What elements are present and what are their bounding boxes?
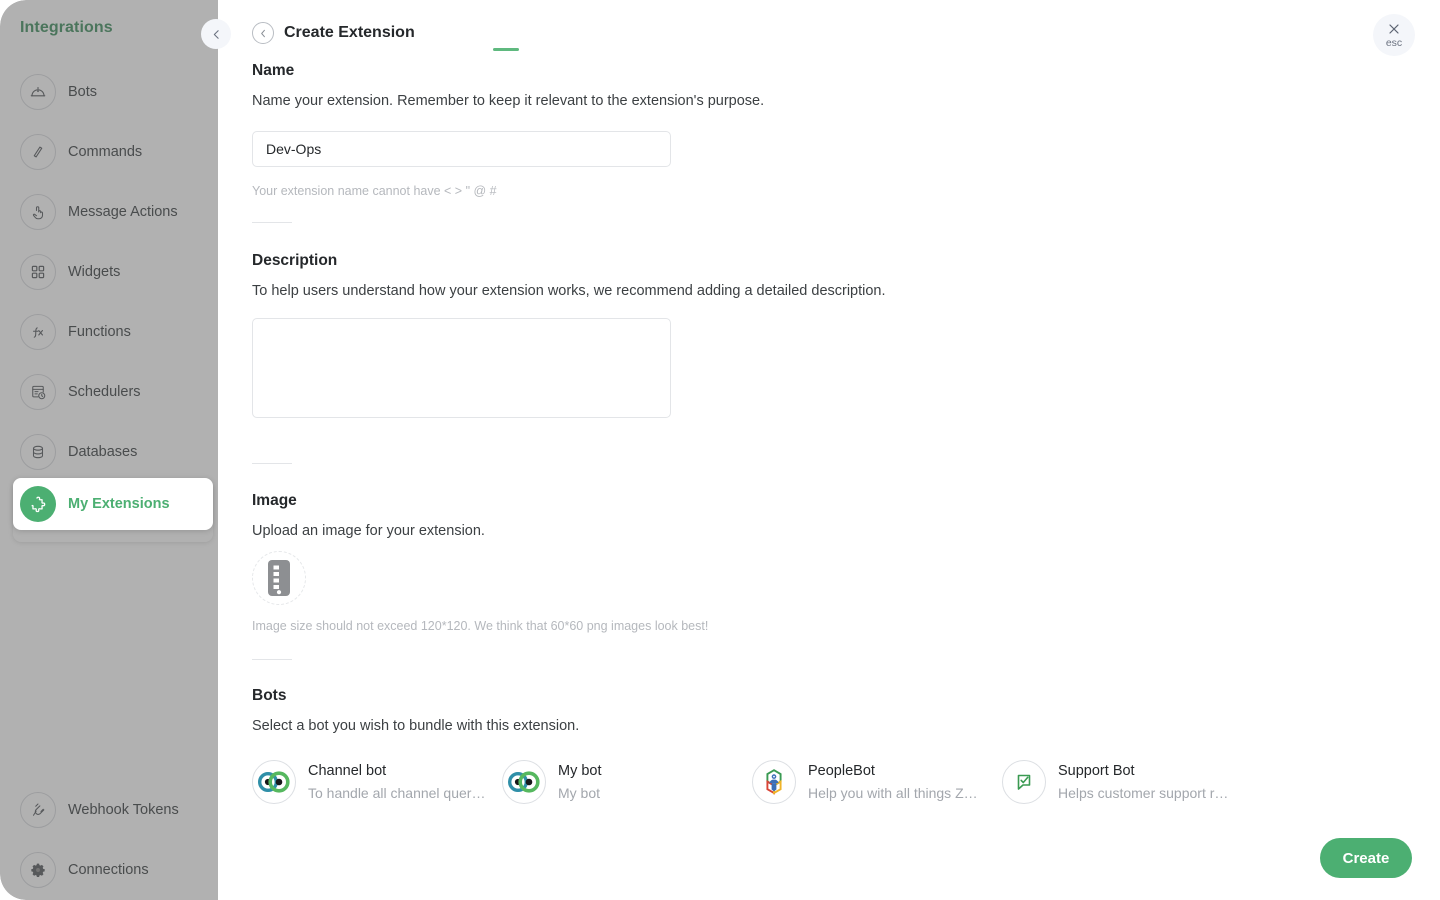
sidebar-item-label: Databases: [68, 444, 138, 460]
create-button[interactable]: Create: [1320, 838, 1412, 878]
page-title: Create Extension: [284, 24, 415, 41]
sidebar-item-databases[interactable]: Databases: [0, 422, 218, 482]
name-section-description: Name your extension. Remember to keep it…: [252, 93, 765, 109]
sidebar-item-message-actions[interactable]: Message Actions: [0, 182, 218, 242]
bot-description: Helps customer support r…: [1058, 785, 1229, 801]
sidebar-collapse-button[interactable]: [201, 19, 231, 49]
bots-section: Bots Select a bot you wish to bundle wit…: [252, 687, 1402, 804]
image-section-description: Upload an image for your extension.: [252, 523, 485, 539]
section-divider: [252, 222, 292, 223]
chevron-left-icon: [260, 29, 265, 37]
function-icon: [20, 314, 56, 350]
image-section-title: Image: [252, 492, 297, 509]
bot-description: Help you with all things Z…: [808, 785, 978, 801]
sidebar-item-my-extensions-active[interactable]: My Extensions: [13, 478, 213, 530]
sidebar-item-label: Functions: [68, 324, 131, 340]
sidebar-bottom-nav: Webhook Tokens Connections: [0, 780, 218, 900]
bot-icon: [20, 74, 56, 110]
image-upload-button[interactable]: [252, 551, 306, 605]
image-section: Image Upload an image for your extension…: [252, 492, 1402, 633]
gear-icon: [20, 852, 56, 888]
chevron-left-icon: [213, 29, 219, 39]
bot-description: My bot: [558, 785, 601, 801]
sidebar-item-label: Message Actions: [68, 204, 178, 220]
sidebar-title: Integrations: [20, 19, 113, 36]
eyes-bot-icon: [252, 760, 296, 804]
back-button[interactable]: [252, 22, 274, 44]
sidebar-item-label: Webhook Tokens: [68, 802, 179, 818]
sidebar-item-label: My Extensions: [68, 496, 170, 512]
description-section: Description To help users understand how…: [252, 252, 1402, 423]
bot-description: To handle all channel quer…: [308, 785, 486, 801]
extension-name-input[interactable]: [252, 131, 671, 167]
title-accent-underline: [493, 48, 519, 51]
bots-list: Channel bot To handle all channel quer…: [252, 760, 1402, 804]
sidebar-nav-list: Bots Commands Message Actions Widgets Fu…: [0, 62, 218, 542]
image-placeholder-icon: [268, 560, 290, 596]
scheduler-clock-icon: [20, 374, 56, 410]
bots-section-title: Bots: [252, 687, 287, 704]
sidebar-item-label: Bots: [68, 84, 98, 100]
plug-icon: [20, 792, 56, 828]
people-hex-icon: [752, 760, 796, 804]
bot-name: Support Bot: [1058, 763, 1135, 779]
bots-section-description: Select a bot you wish to bundle with thi…: [252, 718, 580, 734]
description-section-description: To help users understand how your extens…: [252, 283, 886, 299]
name-section-title: Name: [252, 62, 295, 79]
name-section: Name Name your extension. Remember to ke…: [252, 62, 1402, 198]
form-content: Name Name your extension. Remember to ke…: [252, 62, 1402, 804]
eyes-bot-icon: [502, 760, 546, 804]
create-extension-modal: Integrations Bots Commands Message Actio…: [0, 0, 1440, 900]
sidebar-item-bots[interactable]: Bots: [0, 62, 218, 122]
slash-icon: [20, 134, 56, 170]
sidebar-item-schedulers[interactable]: Schedulers: [0, 362, 218, 422]
sidebar-item-widgets[interactable]: Widgets: [0, 242, 218, 302]
extension-description-textarea[interactable]: [252, 318, 671, 418]
database-icon: [20, 434, 56, 470]
image-upload-hint: Image size should not exceed 120*120. We…: [252, 619, 709, 633]
section-divider: [252, 463, 292, 464]
main-panel: Create Extension esc Name Name your exte…: [218, 0, 1440, 900]
close-icon: [1389, 24, 1399, 34]
sidebar-item-functions[interactable]: Functions: [0, 302, 218, 362]
pointer-hand-icon: [20, 194, 56, 230]
close-button[interactable]: esc: [1373, 14, 1415, 56]
close-button-label: esc: [1385, 37, 1403, 50]
description-section-title: Description: [252, 252, 338, 269]
bot-option-peoplebot[interactable]: PeopleBot Help you with all things Z…: [752, 760, 1002, 804]
sidebar-item-label: Commands: [68, 144, 143, 160]
sidebar-item-commands[interactable]: Commands: [0, 122, 218, 182]
bot-option-support-bot[interactable]: Support Bot Helps customer support r…: [1002, 760, 1252, 804]
sidebar-item-connections[interactable]: Connections: [0, 840, 218, 900]
name-input-hint: Your extension name cannot have < > " @ …: [252, 184, 497, 198]
bot-name: My bot: [558, 763, 602, 779]
bot-option-channel-bot[interactable]: Channel bot To handle all channel quer…: [252, 760, 502, 804]
section-divider: [252, 659, 292, 660]
puzzle-icon: [20, 486, 56, 522]
grid-icon: [20, 254, 56, 290]
sidebar-item-label: Connections: [68, 862, 149, 878]
bot-option-my-bot[interactable]: My bot My bot: [502, 760, 752, 804]
sidebar-item-webhook-tokens[interactable]: Webhook Tokens: [0, 780, 218, 840]
bot-name: PeopleBot: [808, 763, 875, 779]
sidebar: Integrations Bots Commands Message Actio…: [0, 0, 218, 900]
sidebar-item-label: Widgets: [68, 264, 121, 280]
bot-name: Channel bot: [308, 763, 387, 779]
chat-check-icon: [1002, 760, 1046, 804]
modal-header: Create Extension: [252, 22, 415, 44]
sidebar-item-label: Schedulers: [68, 384, 141, 400]
